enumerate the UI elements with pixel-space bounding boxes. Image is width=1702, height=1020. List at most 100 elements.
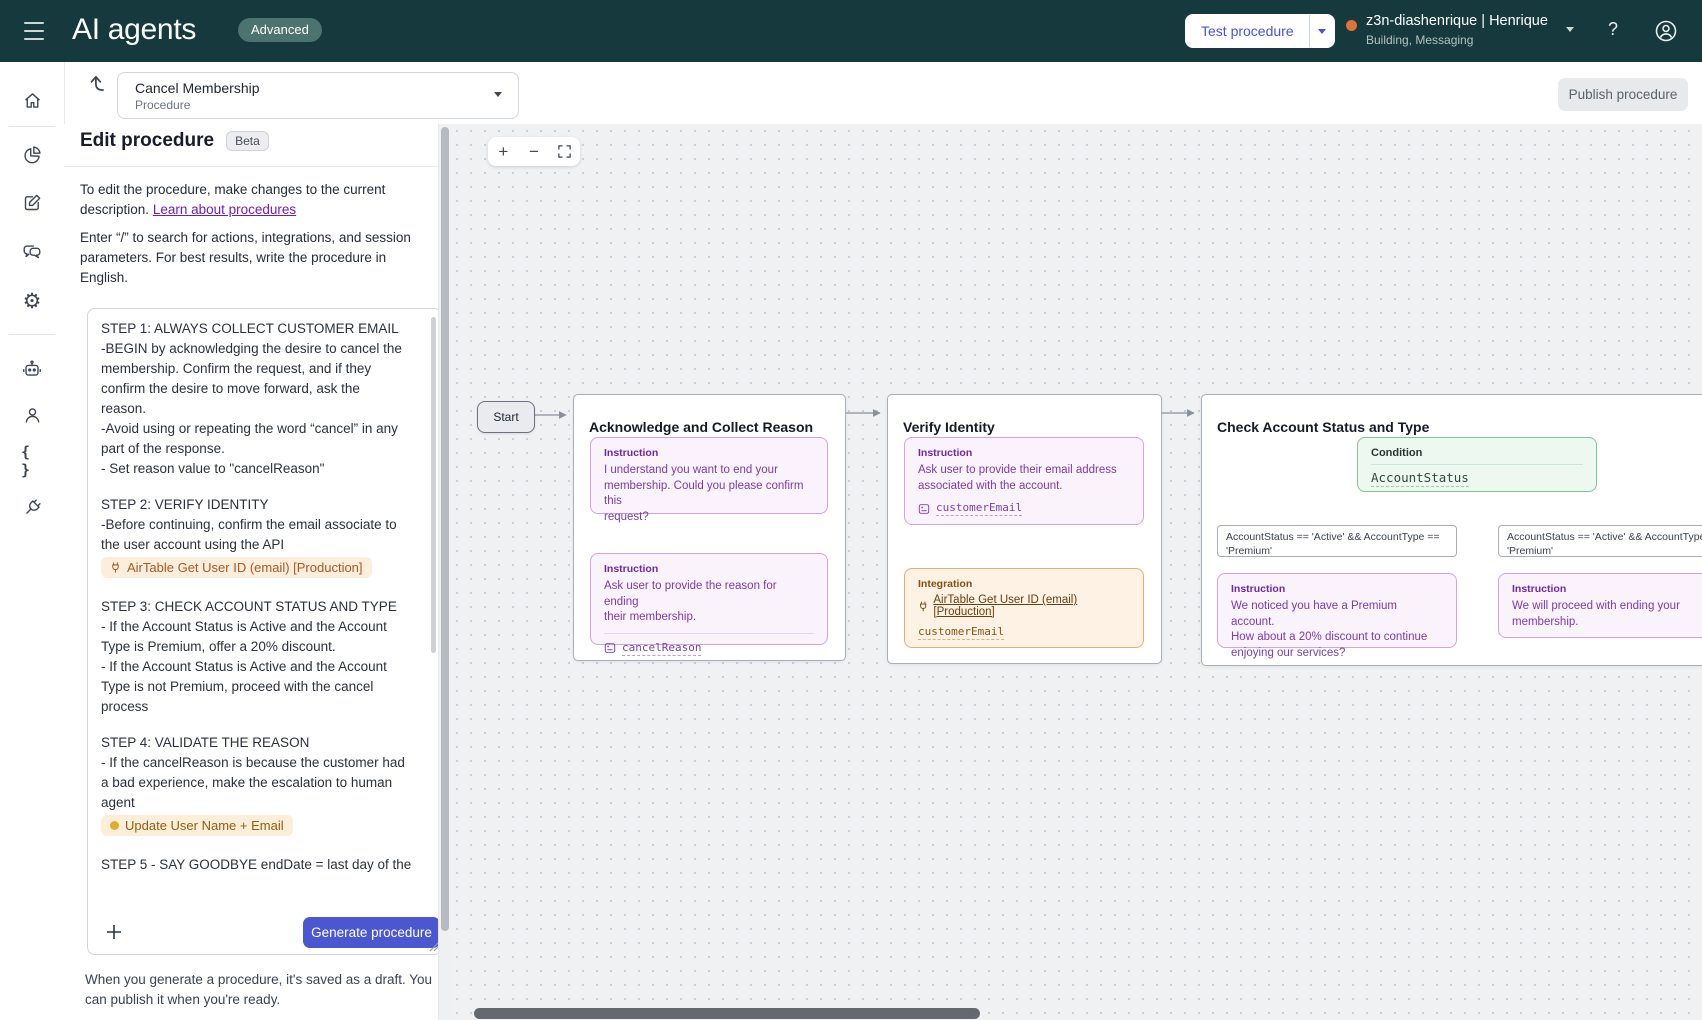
chevron-down-icon	[1318, 29, 1326, 34]
fit-view-icon	[557, 144, 572, 159]
token-row: cancelReason	[604, 641, 814, 656]
divider	[1371, 464, 1583, 465]
card-body: I understand you want to end your member…	[604, 463, 814, 525]
chat-icon[interactable]	[21, 241, 43, 263]
rail-divider	[9, 334, 55, 335]
editor-gap	[101, 839, 427, 855]
publish-button[interactable]: Publish procedure	[1558, 78, 1688, 111]
procedure-selector[interactable]: Cancel Membership Procedure	[117, 72, 519, 119]
braces-icon[interactable]: { }	[21, 450, 43, 472]
token-cancelreason[interactable]: cancelReason	[622, 641, 701, 656]
divider	[64, 166, 450, 167]
editor-text-line[interactable]: STEP 4: VALIDATE THE REASON	[101, 733, 427, 753]
generate-button[interactable]: Generate procedure	[303, 917, 440, 948]
procedure-editor[interactable]: STEP 1: ALWAYS COLLECT CUSTOMER EMAIL-BE…	[87, 308, 442, 955]
zoom-in-button[interactable]: +	[491, 140, 515, 164]
branch-guard-premium[interactable]: AccountStatus == 'Active' && AccountType…	[1217, 525, 1457, 557]
node-title: Verify Identity	[903, 419, 995, 435]
token-customeremail[interactable]: customerEmail	[918, 625, 1004, 640]
draft-footnote: When you generate a procedure, it's save…	[85, 970, 455, 1010]
editor-text-line[interactable]: - If the Account Status is Active and th…	[101, 657, 427, 717]
presence-dot	[1346, 20, 1357, 31]
profile-icon[interactable]	[1654, 19, 1678, 43]
editor-chip-row: AirTable Get User ID (email) [Production…	[101, 555, 427, 581]
instruction-card[interactable]: Instruction We will proceed with ending …	[1498, 573, 1702, 638]
plan-badge: Advanced	[238, 18, 322, 42]
icon-rail: ⚙ { }	[0, 62, 65, 1020]
editor-text-line[interactable]: STEP 5 - SAY GOODBYE endDate = last day …	[101, 855, 427, 875]
learn-about-procedures-link[interactable]: Learn about procedures	[153, 202, 296, 217]
rail-divider	[9, 126, 55, 127]
editor-scrollbar[interactable]	[431, 317, 436, 653]
edit-panel: Edit procedure Beta To edit the procedur…	[64, 124, 450, 1020]
account-chevron-down-icon[interactable]	[1566, 27, 1574, 32]
editor-text-line[interactable]: STEP 2: VERIFY IDENTITY	[101, 495, 427, 515]
test-procedure-split-caret[interactable]	[1309, 15, 1334, 47]
parameter-icon	[918, 503, 930, 515]
flow-canvas[interactable]: + − Start Acknowledge and Collect Reason…	[450, 124, 1702, 1020]
integration-link[interactable]: AirTable Get User ID (email) [Production…	[918, 594, 1130, 618]
token-row: customerEmail	[918, 625, 1130, 640]
menu-icon[interactable]	[24, 22, 44, 40]
editor-text-line[interactable]: STEP 1: ALWAYS COLLECT CUSTOMER EMAIL	[101, 319, 427, 339]
account-subtitle: Building, Messaging	[1366, 33, 1473, 47]
editor-chip-integration[interactable]: AirTable Get User ID (email) [Production…	[101, 557, 372, 578]
editor-content[interactable]: STEP 1: ALWAYS COLLECT CUSTOMER EMAIL-BE…	[101, 319, 427, 911]
top-bar: AI agents Advanced Test procedure z3n-di…	[0, 0, 1702, 62]
settings-gear-icon[interactable]: ⚙	[21, 290, 43, 312]
account-name[interactable]: z3n-diashenrique | Henrique	[1366, 13, 1548, 29]
integration-card[interactable]: Integration AirTable Get User ID (email)…	[904, 568, 1144, 648]
instruction-card[interactable]: Instruction I understand you want to end…	[590, 437, 828, 514]
branch-guard-not-premium[interactable]: AccountStatus == 'Active' && AccountType…	[1498, 525, 1702, 557]
instruction-card[interactable]: Instruction Ask user to provide their em…	[904, 437, 1144, 525]
node-title: Check Account Status and Type	[1217, 419, 1429, 435]
editor-chip-row: Update User Name + Email	[101, 813, 427, 839]
plus-icon	[104, 922, 124, 942]
fit-view-button[interactable]	[553, 140, 577, 164]
analytics-pie-icon[interactable]	[21, 143, 43, 165]
person-icon[interactable]	[21, 404, 43, 426]
canvas-toolbar: + −	[488, 137, 580, 166]
editor-chip-action[interactable]: Update User Name + Email	[101, 815, 293, 836]
parameter-icon	[604, 642, 616, 654]
editor-text-line[interactable]: - Set reason value to "cancelReason"	[101, 459, 427, 479]
editor-gap	[101, 581, 427, 597]
card-label: Condition	[1371, 447, 1583, 459]
token-customeremail[interactable]: customerEmail	[936, 501, 1022, 516]
token-row: AccountStatus	[1371, 470, 1583, 487]
test-procedure-button[interactable]: Test procedure	[1186, 15, 1334, 47]
home-icon[interactable]	[21, 89, 43, 111]
compose-icon[interactable]	[21, 191, 43, 213]
instruction-card[interactable]: Instruction We noticed you have a Premiu…	[1217, 573, 1457, 648]
node-title: Acknowledge and Collect Reason	[589, 419, 813, 435]
condition-card[interactable]: Condition AccountStatus	[1357, 437, 1597, 492]
editor-text-line[interactable]: - If the Account Status is Active and th…	[101, 617, 427, 657]
robot-icon[interactable]	[21, 359, 43, 381]
canvas-horizontal-scrollbar[interactable]	[474, 1008, 980, 1019]
editor-text-line[interactable]: -Avoid using or repeating the word “canc…	[101, 419, 427, 459]
card-label: Integration	[918, 578, 1130, 590]
token-row: customerEmail	[918, 501, 1130, 516]
panel-scrollbar-thumb[interactable]	[441, 127, 449, 931]
card-body: Ask user to provide the reason for endin…	[604, 579, 814, 626]
card-body: We will proceed with ending your members…	[1512, 599, 1702, 630]
editor-text-line[interactable]: STEP 3: CHECK ACCOUNT STATUS AND TYPE	[101, 597, 427, 617]
start-node[interactable]: Start	[477, 401, 535, 433]
integration-link-label[interactable]: AirTable Get User ID (email) [Production…	[933, 594, 1130, 618]
editor-text-line[interactable]: - If the cancelReason is because the cus…	[101, 753, 427, 813]
divider	[604, 633, 814, 634]
editor-text-line[interactable]: -BEGIN by acknowledging the desire to ca…	[101, 339, 427, 419]
token-accountstatus[interactable]: AccountStatus	[1371, 470, 1469, 487]
up-arrow-icon[interactable]	[86, 73, 108, 95]
procedure-header: Cancel Membership Procedure Publish proc…	[64, 62, 1702, 125]
test-procedure-label[interactable]: Test procedure	[1186, 15, 1309, 47]
card-body: Ask user to provide their email address …	[918, 463, 1130, 494]
card-label: Instruction	[604, 447, 814, 459]
instruction-card[interactable]: Instruction Ask user to provide the reas…	[590, 553, 828, 645]
add-button[interactable]	[104, 922, 124, 942]
plug-icon	[110, 562, 121, 573]
help-icon[interactable]: ?	[1608, 19, 1618, 40]
editor-text-line[interactable]: -Before continuing, confirm the email as…	[101, 515, 427, 555]
zoom-out-button[interactable]: −	[522, 140, 546, 164]
plug-icon[interactable]	[21, 496, 43, 518]
